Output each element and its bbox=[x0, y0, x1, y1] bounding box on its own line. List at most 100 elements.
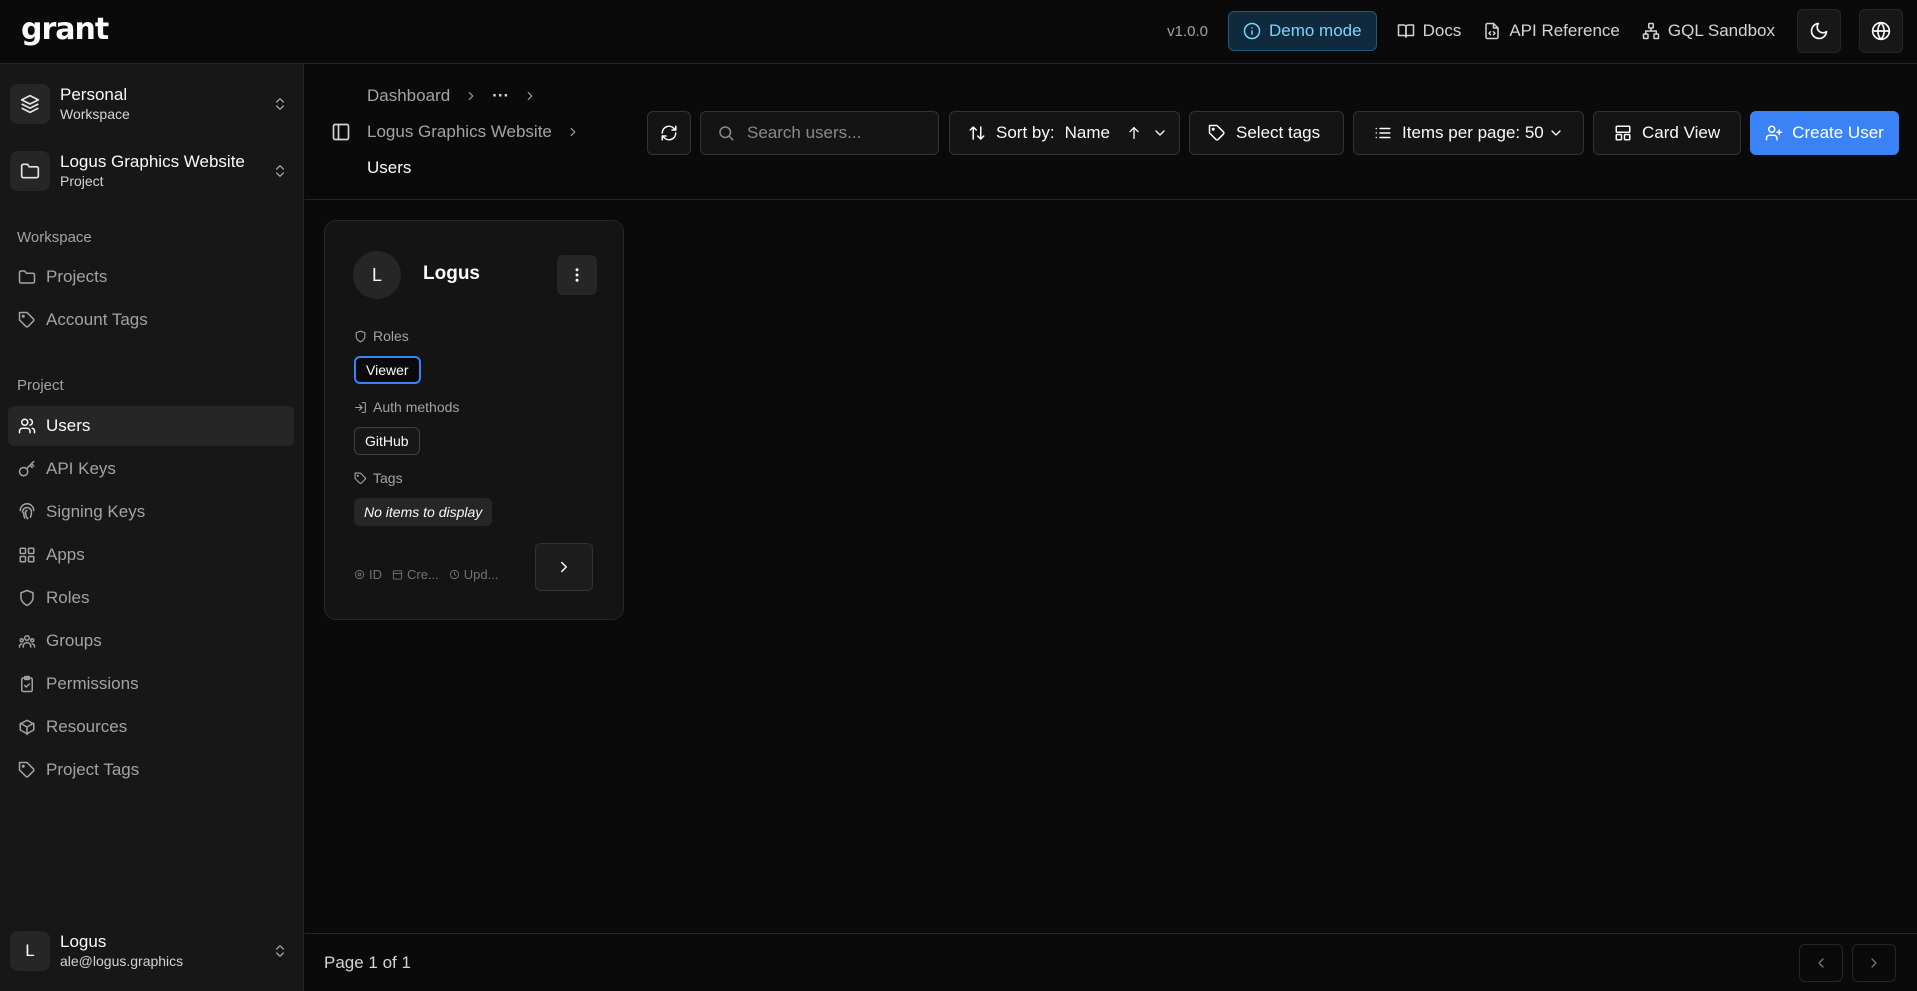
breadcrumb: Dashboard ··· bbox=[367, 86, 537, 106]
fingerprint-icon bbox=[18, 503, 36, 521]
meta-updated: Upd... bbox=[449, 567, 498, 582]
file-code-icon bbox=[1483, 22, 1501, 40]
sidebar-item-apps[interactable]: Apps bbox=[8, 535, 294, 575]
shield-icon bbox=[354, 330, 367, 343]
demo-mode-button[interactable]: Demo mode bbox=[1227, 11, 1377, 51]
shield-icon bbox=[18, 589, 36, 607]
sidebar-item-signing-keys[interactable]: Signing Keys bbox=[8, 492, 294, 532]
calendar-icon bbox=[392, 569, 403, 580]
layers-icon bbox=[10, 84, 50, 124]
meta-created-text: Cre... bbox=[407, 567, 439, 582]
roles-label-text: Roles bbox=[373, 328, 409, 344]
docs-link[interactable]: Docs bbox=[1397, 21, 1461, 41]
clock-icon bbox=[449, 569, 460, 580]
card-layout-icon bbox=[1614, 124, 1632, 142]
tags-label-text: Tags bbox=[373, 470, 403, 486]
sidebar-item-groups[interactable]: Groups bbox=[8, 621, 294, 661]
items-per-page-dropdown[interactable]: Items per page: 50 bbox=[1353, 111, 1584, 155]
sidebar-item-label: Permissions bbox=[46, 674, 139, 693]
gql-sandbox-link-label: GQL Sandbox bbox=[1667, 21, 1775, 40]
demo-mode-label: Demo mode bbox=[1268, 21, 1362, 40]
select-tags-button[interactable]: Select tags bbox=[1189, 111, 1344, 155]
chevron-right-icon bbox=[566, 125, 580, 139]
version-label: v1.0.0 bbox=[1167, 22, 1208, 40]
tag-icon bbox=[18, 311, 36, 329]
role-badge: Viewer bbox=[354, 356, 421, 384]
breadcrumb-row-project: Logus Graphics Website bbox=[367, 122, 580, 142]
arrow-up-icon[interactable] bbox=[1126, 125, 1142, 141]
chevron-down-icon bbox=[1548, 125, 1564, 141]
users-icon bbox=[18, 417, 36, 435]
create-user-label: Create User bbox=[1792, 123, 1884, 142]
sidebar-item-label: Account Tags bbox=[46, 310, 148, 329]
breadcrumb-dashboard[interactable]: Dashboard bbox=[367, 86, 450, 106]
sitemap-icon bbox=[1642, 22, 1660, 40]
hash-icon bbox=[354, 569, 365, 580]
search-input[interactable]: Search users... bbox=[700, 111, 939, 155]
project-switcher[interactable]: Logus Graphics Website Project bbox=[10, 145, 294, 197]
refresh-icon bbox=[660, 124, 678, 142]
tags-label: Tags bbox=[354, 470, 403, 486]
sidebar-item-label: Signing Keys bbox=[46, 502, 146, 521]
language-button[interactable] bbox=[1859, 9, 1903, 53]
sidebar-item-account-tags[interactable]: Account Tags bbox=[8, 300, 294, 340]
sidebar-item-api-keys[interactable]: API Keys bbox=[8, 449, 294, 489]
sort-value: Name bbox=[1064, 123, 1110, 142]
groups-icon bbox=[18, 632, 36, 650]
sidebar-item-resources[interactable]: Resources bbox=[8, 707, 294, 747]
tag-icon bbox=[18, 761, 36, 779]
project-name: Logus Graphics Website bbox=[60, 152, 245, 171]
auth-methods-label: Auth methods bbox=[354, 399, 459, 415]
view-toggle-button[interactable]: Card View bbox=[1593, 111, 1741, 155]
api-reference-link[interactable]: API Reference bbox=[1483, 21, 1620, 41]
sort-prefix: Sort by: bbox=[996, 123, 1055, 142]
search-icon bbox=[717, 124, 735, 142]
sidebar-item-roles[interactable]: Roles bbox=[8, 578, 294, 618]
more-vertical-icon bbox=[568, 266, 586, 284]
gql-sandbox-link[interactable]: GQL Sandbox bbox=[1642, 21, 1775, 41]
breadcrumb-ellipsis[interactable]: ··· bbox=[492, 86, 509, 106]
sidebar-item-users[interactable]: Users bbox=[8, 406, 294, 446]
app-logo[interactable]: grant bbox=[21, 12, 109, 47]
workspace-switcher[interactable]: Personal Workspace bbox=[10, 78, 294, 130]
sidebar-item-projects[interactable]: Projects bbox=[8, 257, 294, 297]
key-icon bbox=[18, 460, 36, 478]
sidebar-item-label: Groups bbox=[46, 631, 102, 650]
info-icon bbox=[1243, 22, 1261, 40]
select-tags-label: Select tags bbox=[1236, 123, 1321, 142]
user-card-menu-button[interactable] bbox=[557, 255, 597, 295]
user-menu[interactable]: L Logus ale@logus.graphics bbox=[10, 926, 294, 976]
auth-method-badge: GitHub bbox=[354, 427, 420, 455]
sidebar-item-label: API Keys bbox=[46, 459, 116, 478]
chevron-down-icon bbox=[1152, 125, 1168, 141]
sidebar-item-label: Resources bbox=[46, 717, 128, 736]
theme-toggle-button[interactable] bbox=[1797, 9, 1841, 53]
refresh-button[interactable] bbox=[647, 111, 691, 155]
chevrons-up-down-icon bbox=[272, 163, 288, 179]
next-page-button[interactable] bbox=[1852, 944, 1896, 982]
chevron-right-icon bbox=[523, 89, 537, 103]
moon-icon bbox=[1809, 21, 1829, 41]
workspace-section-label: Workspace bbox=[17, 229, 92, 246]
pagination-bar: Page 1 of 1 bbox=[305, 933, 1917, 991]
clipboard-check-icon bbox=[18, 675, 36, 693]
book-icon bbox=[1397, 22, 1415, 40]
top-bar: grant v1.0.0 Demo mode Docs API Referenc… bbox=[0, 0, 1917, 64]
sidebar-item-permissions[interactable]: Permissions bbox=[8, 664, 294, 704]
meta-created: Cre... bbox=[392, 567, 439, 582]
project-type: Project bbox=[60, 173, 104, 189]
tags-empty-state: No items to display bbox=[354, 498, 493, 526]
user-plus-icon bbox=[1765, 124, 1783, 142]
user-card: L Logus Roles Viewer Auth methods GitHub… bbox=[324, 220, 624, 620]
user-email: ale@logus.graphics bbox=[60, 953, 184, 969]
open-user-button[interactable] bbox=[535, 543, 593, 591]
sidebar-item-project-tags[interactable]: Project Tags bbox=[8, 750, 294, 790]
previous-page-button[interactable] bbox=[1799, 944, 1843, 982]
sidebar: Personal Workspace Logus Graphics Websit… bbox=[0, 64, 304, 991]
sidebar-toggle-icon[interactable] bbox=[331, 122, 351, 142]
breadcrumb-project[interactable]: Logus Graphics Website bbox=[367, 122, 552, 142]
globe-icon bbox=[1871, 21, 1891, 41]
user-card-name: Logus bbox=[423, 263, 480, 284]
create-user-button[interactable]: Create User bbox=[1750, 111, 1899, 155]
sort-dropdown[interactable]: Sort by: Name bbox=[949, 111, 1180, 155]
